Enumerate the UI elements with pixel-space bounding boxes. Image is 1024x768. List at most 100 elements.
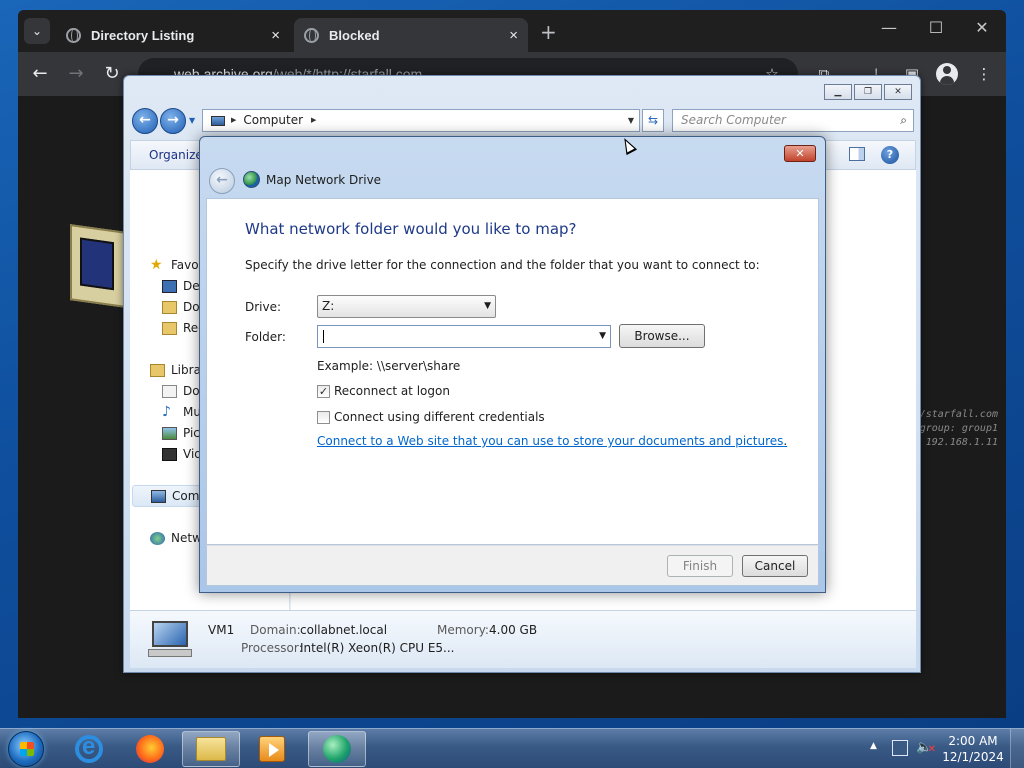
tab-directory-listing[interactable]: Directory Listing × [56,18,290,52]
show-desktop-button[interactable] [1010,729,1024,768]
computer-illustration [70,224,126,308]
browse-button[interactable]: Browse... [619,324,705,348]
computer-icon [211,115,225,126]
taskbar-network-app[interactable] [308,731,366,767]
help-icon[interactable]: ? [881,146,899,164]
maximize-button[interactable]: ☐ [921,18,951,37]
internet-explorer-icon [75,733,103,763]
network-status-icon[interactable] [892,740,908,756]
text-caret [323,330,324,343]
start-button[interactable] [8,731,44,767]
show-hidden-icons[interactable]: ▲ [870,741,877,751]
volume-muted-icon[interactable]: 🔈 ✕ [916,740,936,756]
taskbar-firefox[interactable] [121,731,179,767]
forward-arrow-icon[interactable]: → [64,62,88,86]
chevron-down-icon[interactable]: ▼ [599,326,606,347]
organize-button[interactable]: Organize [149,148,203,162]
close-button[interactable]: ✕ [884,84,912,100]
menu-kebab-icon[interactable]: ⋮ [972,62,996,86]
clock-date: 12/1/2024 [942,750,1004,764]
chevron-down-icon[interactable]: ▼ [484,296,491,317]
videos-icon [162,447,177,461]
back-arrow-icon[interactable]: ← [209,168,235,194]
tab-close-button[interactable]: × [271,27,280,44]
close-button[interactable]: ✕ [784,145,816,162]
details-pane: VM1 Domain: collabnet.local Memory: 4.00… [130,610,916,668]
tab-strip: ⌄ Directory Listing × Blocked × + — ☐ ✕ [18,10,1006,52]
breadcrumb-arrow-icon[interactable]: ▶ [311,110,316,131]
domain-value: collabnet.local [300,623,388,637]
credentials-label: Connect using different credentials [334,410,545,424]
refresh-icon[interactable]: ⇆ [642,109,664,132]
domain-label: Domain: [250,623,301,637]
breadcrumb-computer[interactable]: Computer [243,110,303,131]
close-window-button[interactable]: ✕ [967,18,997,37]
search-icon[interactable]: ⌕ [900,110,907,131]
tab-title: Blocked [329,27,380,43]
tab-title: Directory Listing [91,27,195,43]
system-clock[interactable]: 2:00 AM 12/1/2024 [938,733,1008,765]
folder-example: Example: \\server\share [317,359,461,373]
folder-input[interactable]: ▼ [317,325,611,348]
reload-icon[interactable]: ↻ [100,62,124,86]
explorer-navigation-bar: ← → ▼ ▶ Computer ▶ ▼ ⇆ Search Computer ⌕ [132,108,914,134]
minimize-button[interactable]: ▁ [824,84,852,100]
forward-arrow-icon[interactable]: → [160,108,186,134]
network-icon [150,531,165,545]
search-input[interactable]: Search Computer ⌕ [672,109,914,132]
new-tab-button[interactable]: + [540,20,557,44]
taskbar-media-player[interactable] [243,731,301,767]
tab-search-button[interactable]: ⌄ [24,18,50,44]
tab-blocked[interactable]: Blocked × [294,18,528,52]
reconnect-at-logon-checkbox[interactable]: ✓ Reconnect at logon [317,384,450,398]
explorer-caption-buttons: ▁ ❐ ✕ [822,84,912,100]
computer-icon [151,489,166,503]
dialog-body: What network folder would you like to ma… [206,198,819,545]
taskbar-internet-explorer[interactable] [60,731,118,767]
drive-label: Drive: [245,300,282,314]
dialog-heading: What network folder would you like to ma… [245,220,577,238]
different-credentials-checkbox[interactable]: Connect using different credentials [317,410,545,424]
page-text-line: group: group1 [919,423,998,434]
search-placeholder: Search Computer [681,113,786,127]
cancel-button[interactable]: Cancel [742,555,808,577]
web-site-link-text[interactable]: Connect to a Web site that you can use t… [317,434,783,448]
globe-icon [66,27,81,43]
memory-value: 4.00 GB [489,623,538,637]
globe-icon [304,27,319,43]
chevron-down-icon[interactable]: ▼ [628,110,634,131]
drive-select[interactable]: Z: ▼ [317,295,496,318]
tab-close-button[interactable]: × [509,27,518,44]
preview-pane-icon[interactable] [849,147,865,161]
music-icon: ♪ [162,403,171,420]
finish-button[interactable]: Finish [667,555,733,577]
map-network-drive-dialog: ✕ ← Map Network Drive What network folde… [199,136,826,593]
page-text-line: 192.168.1.11 [925,437,998,448]
taskbar-windows-explorer[interactable] [182,731,240,767]
recent-places-icon [162,321,177,335]
memory-label: Memory: [437,623,489,637]
dialog-instruction: Specify the drive letter for the connect… [245,258,760,272]
web-site-link[interactable]: Connect to a Web site that you can use t… [317,434,787,448]
firefox-icon [136,735,164,763]
desktop-icon [162,279,177,293]
minimize-button[interactable]: — [874,18,904,37]
profile-avatar[interactable] [936,63,958,85]
back-arrow-icon[interactable]: ← [132,108,158,134]
taskbar: ▲ 🔈✕ 2:00 AM 12/1/2024 [0,728,1024,768]
folder-label: Folder: [245,330,286,344]
checkbox-unchecked-icon[interactable] [317,410,330,424]
computer-name: VM1 [208,623,235,637]
restore-button[interactable]: ❐ [854,84,882,100]
explorer-address-bar[interactable]: ▶ Computer ▶ ▼ [202,109,640,132]
checkbox-checked-icon[interactable]: ✓ [317,384,330,398]
breadcrumb-arrow-icon[interactable]: ▶ [231,110,236,131]
drive-value: Z: [322,299,335,313]
back-arrow-icon[interactable]: ← [28,62,52,86]
reconnect-label: Reconnect at logon [334,384,450,398]
documents-icon [162,384,177,398]
link-period: . [783,434,788,448]
recent-pages-dropdown-icon[interactable]: ▼ [189,116,195,125]
page-text-line: /starfall.com [919,409,998,420]
network-app-icon [323,735,351,763]
